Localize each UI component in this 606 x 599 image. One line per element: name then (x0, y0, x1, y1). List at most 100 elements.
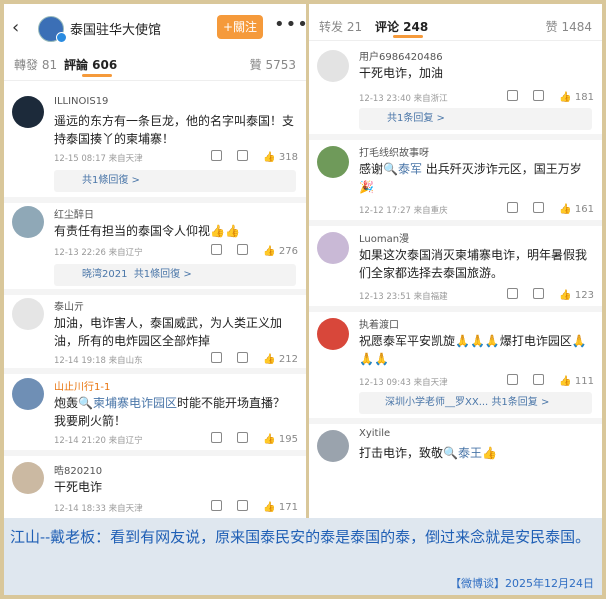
user-name[interactable]: 山止川行1-1 (54, 378, 110, 393)
like-button[interactable]: 👍 181 (559, 92, 594, 103)
reply-summary[interactable]: 共1條回復 > (54, 170, 296, 192)
comment-actions: 👍 212 (199, 352, 298, 365)
avatar[interactable] (317, 318, 349, 350)
avatar[interactable] (12, 378, 44, 410)
share-icon[interactable] (506, 374, 518, 387)
like-button[interactable]: 👍 161 (559, 204, 594, 215)
tab-like[interactable]: 贊 5753 (250, 56, 296, 73)
reply-count[interactable]: 共1條回復 > (134, 269, 192, 280)
avatar[interactable] (317, 146, 349, 178)
like-button[interactable]: 👍 195 (263, 434, 298, 445)
caption-box: 江山--戴老板：看到有网友说，原来国泰民安的泰是泰国的泰，倒过来念就是安民泰国。… (4, 518, 602, 595)
share-icon[interactable] (210, 432, 222, 445)
tab-underline (393, 35, 423, 38)
topic-link[interactable]: 🔍泰军 (383, 162, 422, 176)
reply-summary[interactable]: 共1条回复 > (359, 108, 592, 130)
tab-comment[interactable]: 评论 248 (375, 18, 428, 35)
reply-user[interactable]: 晓湾2021 (82, 269, 127, 280)
comment-icon[interactable] (533, 374, 545, 387)
tab-comment[interactable]: 評論 606 (64, 56, 117, 73)
comment-text: 感谢🔍泰军 出兵歼灭涉诈元区，国王万岁🎉 (359, 162, 582, 194)
user-name[interactable]: 晧820210 (54, 462, 102, 477)
comment-meta: 12-14 19:18 来自山东 (54, 356, 143, 366)
topic-link[interactable]: 🔍柬埔寨电诈园区 (78, 396, 177, 410)
share-icon[interactable] (506, 202, 518, 215)
tab-bar: 转发 21 评论 248 赞 1484 (309, 4, 602, 41)
like-button[interactable]: 👍 171 (263, 502, 298, 513)
comment-meta: 12-13 23:40 来自浙江 (359, 94, 448, 104)
like-button[interactable]: 👍 212 (263, 354, 298, 365)
comment-actions: 👍 171 (199, 500, 298, 513)
divider (309, 418, 602, 424)
comment-text: 干死电诈 (54, 480, 103, 494)
comment-icon[interactable] (237, 244, 249, 257)
divider (309, 220, 602, 226)
share-icon[interactable] (210, 352, 222, 365)
topic-link[interactable]: 🔍泰王 (443, 446, 482, 460)
comment-meta: 12-15 08:17 来自天津 (54, 154, 143, 164)
comment-text: 有责任有担当的泰国令人仰视👍👍 (54, 224, 240, 238)
comment-text: 祝愿泰军平安凯旋🙏🙏🙏爆打电诈园区🙏🙏🙏 (359, 334, 587, 366)
divider (4, 289, 306, 295)
comment-actions: 👍 276 (199, 244, 298, 257)
user-name[interactable]: ILLINOIS19 (54, 96, 108, 107)
comment-icon[interactable] (237, 150, 249, 163)
comment-icon[interactable] (237, 500, 249, 513)
share-icon[interactable] (210, 500, 222, 513)
back-icon[interactable]: ‹ (12, 17, 19, 38)
like-button[interactable]: 👍 276 (263, 246, 298, 257)
comment-icon[interactable] (237, 352, 249, 365)
comment-text: 如果这次泰国消灭柬埔寨电诈，明年暑假我们全家都选择去泰国旅游。 (359, 248, 588, 280)
avatar[interactable] (317, 50, 349, 82)
user-name[interactable]: 泰山亓 (54, 298, 84, 313)
tab-repost[interactable]: 轉發 81 (14, 56, 57, 73)
left-panel: ‹ 泰国驻华大使馆 +關注 ••• 轉發 81 評論 606 贊 5753 IL… (4, 4, 306, 518)
more-icon[interactable]: ••• (274, 14, 306, 35)
comment-text: 干死电诈，加油 (359, 66, 444, 80)
reply-summary[interactable]: 深圳小学老师__罗XX... 共1条回复 > (359, 392, 592, 414)
like-button[interactable]: 👍 111 (559, 376, 594, 387)
reply-summary[interactable]: 晓湾2021 共1條回復 > (54, 264, 296, 286)
comment-actions: 👍 161 (495, 202, 594, 215)
comment-actions: 👍 111 (495, 374, 594, 387)
share-icon[interactable] (210, 150, 222, 163)
follow-button[interactable]: +關注 (217, 15, 263, 39)
reply-user[interactable]: 深圳小学老师__罗XX... (385, 397, 488, 408)
reply-count[interactable]: 共1条回复 > (491, 397, 549, 408)
comment-icon[interactable] (533, 202, 545, 215)
like-button[interactable]: 👍 123 (559, 290, 594, 301)
header: ‹ 泰国驻华大使馆 +關注 ••• (4, 4, 306, 50)
user-name[interactable]: Ⅹyitile (359, 428, 390, 439)
avatar[interactable] (12, 206, 44, 238)
comment-icon[interactable] (237, 432, 249, 445)
avatar[interactable] (12, 96, 44, 128)
tab-repost[interactable]: 转发 21 (319, 18, 362, 35)
comment-actions: 👍 318 (199, 150, 298, 163)
comment-meta: 12-14 21:20 来自辽宁 (54, 436, 143, 446)
share-icon[interactable] (506, 90, 518, 103)
page-title[interactable]: 泰国驻华大使馆 (70, 19, 161, 38)
user-name[interactable]: 用户6986420486 (359, 48, 443, 63)
user-name[interactable]: 红尘醉日 (54, 206, 94, 221)
share-icon[interactable] (210, 244, 222, 257)
user-name[interactable]: 打毛线织故事呀 (359, 144, 429, 159)
like-button[interactable]: 👍 318 (263, 152, 298, 163)
user-name[interactable]: 执着渡口 (359, 316, 399, 331)
share-icon[interactable] (506, 288, 518, 301)
tab-like[interactable]: 赞 1484 (546, 18, 592, 35)
avatar[interactable] (317, 430, 349, 462)
comment-text: 炮轰🔍柬埔寨电诈园区时能不能开场直播？我要刷火箭！ (54, 396, 285, 428)
avatar[interactable] (317, 232, 349, 264)
comment-meta: 12-13 22:26 来自辽宁 (54, 248, 143, 258)
comment-meta: 12-13 23:51 来自福建 (359, 292, 448, 302)
avatar[interactable] (12, 298, 44, 330)
comment-icon[interactable] (533, 288, 545, 301)
caption-source: 【微博谈】2025年12月24日 (450, 577, 594, 590)
comment-icon[interactable] (533, 90, 545, 103)
comment-text: 打击电诈，致敬🔍泰王👍 (359, 446, 497, 460)
divider (309, 134, 602, 140)
user-name[interactable]: Luoman漫 (359, 230, 409, 245)
avatar[interactable] (12, 462, 44, 494)
comment-actions: 👍 181 (495, 90, 594, 103)
divider (309, 306, 602, 312)
